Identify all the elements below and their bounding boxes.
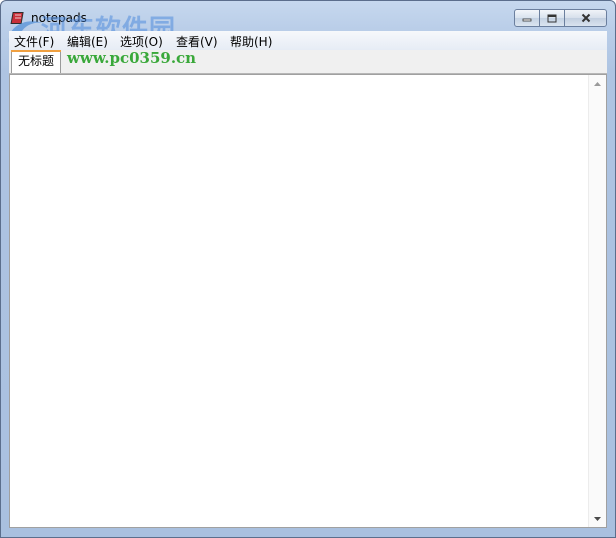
tab-untitled[interactable]: 无标题 — [11, 50, 61, 73]
menu-help[interactable]: 帮助(H) — [230, 33, 272, 50]
menu-file[interactable]: 文件(F) — [14, 33, 54, 50]
minimize-button[interactable] — [514, 9, 540, 27]
editor-text-area[interactable] — [10, 75, 590, 527]
menu-options[interactable]: 选项(O) — [120, 33, 163, 50]
scroll-up-button[interactable] — [589, 75, 606, 92]
scroll-down-arrow-icon — [594, 516, 601, 521]
maximize-icon — [547, 14, 557, 22]
editor-pane — [9, 74, 607, 528]
close-icon — [581, 13, 590, 23]
watermark-url: www.pc0359.cn — [67, 49, 197, 67]
menu-bar: 文件(F) 编辑(E) 选项(O) 查看(V) 帮助(H) — [9, 31, 607, 50]
maximize-button[interactable] — [539, 9, 565, 27]
close-button[interactable] — [564, 9, 607, 27]
vertical-scrollbar[interactable] — [588, 75, 606, 527]
caption-buttons — [514, 9, 607, 27]
title-bar[interactable]: notepads 河东软件园 — [1, 1, 615, 49]
menu-view[interactable]: 查看(V) — [176, 33, 218, 50]
tab-label: 无标题 — [17, 54, 54, 68]
app-window: notepads 河东软件园 文件(F) 编辑(E) 选项(O) 查看(V) 帮… — [0, 0, 616, 538]
menu-edit[interactable]: 编辑(E) — [67, 33, 108, 50]
scroll-up-arrow-icon — [594, 81, 601, 86]
scroll-down-button[interactable] — [589, 510, 606, 527]
minimize-icon — [522, 18, 532, 22]
